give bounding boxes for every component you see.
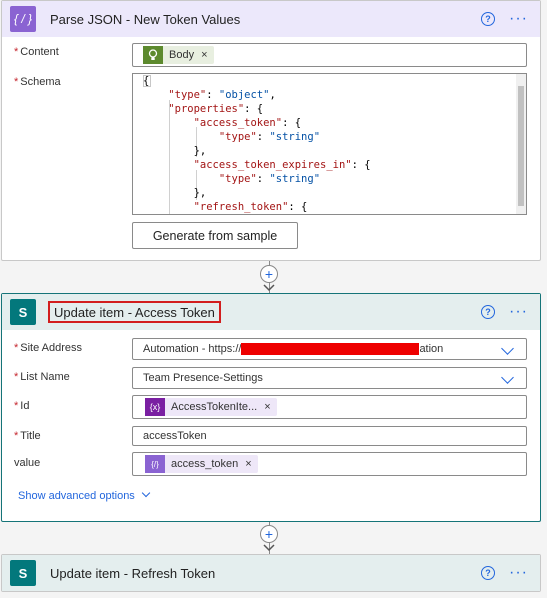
site-address-label: * Site Address (14, 342, 83, 354)
title-input[interactable]: accessToken (132, 426, 527, 446)
parse-json-card[interactable]: { / } Parse JSON - New Token Values ? ··… (1, 0, 541, 261)
access-token-item-token[interactable]: {x} AccessTokenIte... × (145, 398, 277, 416)
more-options-icon[interactable]: ··· (509, 11, 528, 27)
schema-line: { (143, 75, 150, 87)
site-address-dropdown[interactable]: Automation - https://ation (132, 338, 527, 360)
arrow-down-icon (263, 284, 275, 292)
more-options-icon[interactable]: ··· (509, 304, 528, 320)
braces-icon: { / } (10, 6, 36, 32)
help-icon[interactable]: ? (481, 12, 496, 26)
variable-icon: {x} (145, 398, 165, 416)
schema-line: "access_token_expires_in": { (193, 159, 371, 171)
title-label: * Title (14, 430, 41, 442)
add-step-button[interactable]: + (260, 525, 278, 543)
schema-line: "type": "string" (218, 131, 321, 143)
update-access-token-title: Update item - Access Token (48, 301, 221, 323)
chevron-down-icon[interactable] (501, 342, 514, 355)
update-access-token-card[interactable]: S Update item - Access Token ? ··· * Site… (1, 293, 541, 522)
access-token-token[interactable]: {/} access_token × (145, 455, 258, 473)
value-label: value (14, 457, 41, 469)
scrollbar-thumb[interactable] (518, 86, 524, 206)
schema-line: "type": "object", (168, 89, 276, 101)
show-advanced-options-link[interactable]: Show advanced options (18, 488, 151, 502)
id-field[interactable]: {x} AccessTokenIte... × (132, 395, 527, 419)
schema-line: }, (143, 187, 207, 199)
chevron-down-icon[interactable] (501, 371, 514, 384)
sharepoint-icon: S (10, 299, 36, 325)
sharepoint-icon: S (10, 560, 36, 586)
update-refresh-token-header[interactable]: S Update item - Refresh Token ? ··· (2, 555, 540, 591)
schema-line: "access_token": { (193, 117, 302, 129)
list-name-label: * List Name (14, 371, 70, 383)
add-step-button[interactable]: + (260, 265, 278, 283)
bulb-icon (143, 46, 163, 64)
update-refresh-token-card[interactable]: S Update item - Refresh Token ? ··· (1, 554, 541, 592)
schema-line: "properties": { (168, 103, 264, 115)
schema-line: }, (143, 145, 207, 157)
expression-icon: {/} (145, 455, 165, 473)
redacted-url (241, 343, 420, 355)
parse-json-header[interactable]: { / } Parse JSON - New Token Values ? ··… (2, 1, 540, 37)
help-icon[interactable]: ? (481, 305, 496, 319)
update-access-token-header[interactable]: S Update item - Access Token ? ··· (2, 294, 540, 330)
more-options-icon[interactable]: ··· (509, 565, 528, 581)
help-icon[interactable]: ? (481, 566, 496, 580)
content-label: * Content (14, 46, 59, 58)
arrow-down-icon (263, 544, 275, 552)
update-refresh-token-title: Update item - Refresh Token (50, 565, 216, 581)
body-token[interactable]: Body × (143, 46, 214, 64)
content-field[interactable]: Body × (132, 43, 527, 67)
schema-label: * Schema (14, 76, 61, 88)
schema-scrollbar[interactable] (516, 74, 526, 214)
schema-line: "type": "string" (218, 173, 321, 185)
schema-editor[interactable]: { "type": "object", "properties": { "acc… (132, 73, 527, 215)
value-field[interactable]: {/} access_token × (132, 452, 527, 476)
generate-from-sample-button[interactable]: Generate from sample (132, 222, 298, 249)
remove-token-icon[interactable]: × (201, 49, 207, 61)
chevron-down-icon (141, 488, 151, 498)
parse-json-title: Parse JSON - New Token Values (50, 11, 241, 27)
schema-line: "refresh_token": { (193, 201, 308, 213)
remove-token-icon[interactable]: × (245, 458, 251, 470)
id-label: * Id (14, 400, 30, 412)
remove-token-icon[interactable]: × (264, 401, 270, 413)
list-name-dropdown[interactable]: Team Presence-Settings (132, 367, 527, 389)
